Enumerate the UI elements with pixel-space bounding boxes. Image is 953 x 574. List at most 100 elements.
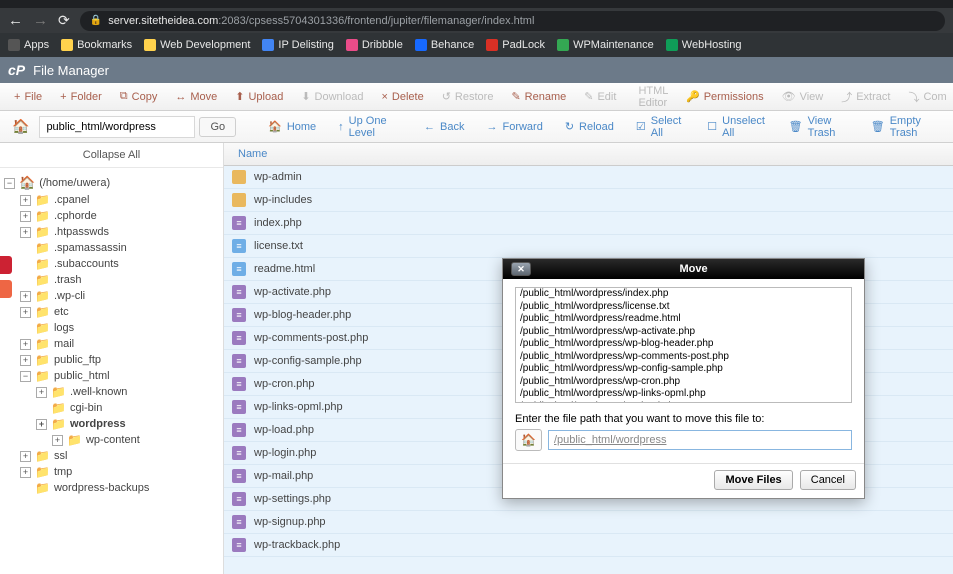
- php-icon: ≡: [232, 377, 246, 391]
- select-all-button[interactable]: ☑Select All: [626, 111, 695, 143]
- tree-node[interactable]: +📁.htpasswds: [4, 224, 223, 240]
- home-button[interactable]: 🏠Home: [258, 111, 326, 143]
- app-title: File Manager: [33, 63, 109, 78]
- tree-node[interactable]: 📁.spamassassin: [4, 240, 223, 256]
- column-header-name[interactable]: Name: [224, 143, 953, 166]
- edit-icon: ✎: [584, 90, 593, 103]
- move-files-button[interactable]: Move Files: [714, 470, 792, 490]
- tree-label: .wp-cli: [54, 290, 85, 302]
- copy-button[interactable]: ⧉Copy: [112, 87, 166, 106]
- upload-button[interactable]: ⬆Upload: [227, 87, 291, 106]
- expander-icon[interactable]: −: [20, 371, 31, 382]
- expander-icon[interactable]: +: [20, 291, 31, 302]
- empty-trash-button[interactable]: 🗑Empty Trash: [861, 111, 947, 143]
- bookmark-item[interactable]: Apps: [8, 39, 49, 51]
- folder-icon: 📁: [35, 449, 50, 463]
- go-button[interactable]: Go: [199, 117, 236, 137]
- target-path-input[interactable]: [548, 430, 852, 450]
- expander-icon[interactable]: +: [52, 435, 63, 446]
- expander-icon[interactable]: +: [20, 451, 31, 462]
- bookmark-item[interactable]: WebHosting: [666, 39, 742, 51]
- back-button[interactable]: ←Back: [414, 111, 474, 143]
- file-row[interactable]: wp-includes: [224, 189, 953, 212]
- bookmark-item[interactable]: Web Development: [144, 39, 250, 51]
- file-row[interactable]: wp-admin: [224, 166, 953, 189]
- dialog-title: Move: [531, 263, 856, 275]
- folder-button[interactable]: +Folder: [52, 88, 110, 106]
- tree-node[interactable]: 📁logs: [4, 320, 223, 336]
- file-row[interactable]: ≡wp-signup.php: [224, 511, 953, 534]
- tree-node[interactable]: +📁ssl: [4, 448, 223, 464]
- expander-icon[interactable]: −: [4, 178, 15, 189]
- collapse-all-button[interactable]: Collapse All: [0, 143, 223, 168]
- tree-label: (/home/uwera): [39, 177, 110, 189]
- file-row[interactable]: ≡index.php: [224, 212, 953, 235]
- file-row[interactable]: ≡license.txt: [224, 235, 953, 258]
- bookmark-item[interactable]: WPMaintenance: [557, 39, 654, 51]
- tree-node[interactable]: +📁etc: [4, 304, 223, 320]
- tree-node[interactable]: −📁public_html: [4, 368, 223, 384]
- restore-button: ↺Restore: [434, 87, 502, 106]
- cpanel-logo-icon: cP: [8, 62, 25, 78]
- navbar: 🏠 Go 🏠Home↑Up One Level←Back→Forward↻Rel…: [0, 111, 953, 143]
- bookmark-item[interactable]: Behance: [415, 39, 474, 51]
- dialog-file-list[interactable]: /public_html/wordpress/index.php/public_…: [515, 287, 852, 403]
- tree-node[interactable]: +📁wordpress: [4, 416, 223, 432]
- tree-node[interactable]: +📁public_ftp: [4, 352, 223, 368]
- expander-icon[interactable]: +: [36, 387, 47, 398]
- tree-node[interactable]: +📁wp-content: [4, 432, 223, 448]
- expander-icon[interactable]: +: [20, 307, 31, 318]
- expander-icon[interactable]: +: [20, 339, 31, 350]
- php-icon: ≡: [232, 285, 246, 299]
- rename-button[interactable]: ✎Rename: [503, 87, 574, 106]
- tree-label: .trash: [54, 274, 82, 286]
- permissions-button[interactable]: 🔑Permissions: [678, 87, 772, 106]
- home-icon[interactable]: 🏠: [6, 114, 35, 139]
- tree-node[interactable]: 📁wordpress-backups: [4, 480, 223, 496]
- expander-icon[interactable]: +: [20, 227, 31, 238]
- delete-button[interactable]: ×Delete: [373, 88, 431, 106]
- expander-icon[interactable]: +: [20, 467, 31, 478]
- file-button[interactable]: +File: [6, 88, 50, 106]
- forward-icon[interactable]: →: [33, 12, 48, 29]
- reload-icon[interactable]: ⟳: [58, 12, 70, 29]
- unselect-all-button[interactable]: ☐Unselect All: [697, 111, 776, 143]
- up-one-level-icon: ↑: [338, 121, 344, 133]
- cancel-button[interactable]: Cancel: [800, 470, 856, 490]
- path-input[interactable]: [39, 116, 195, 138]
- tree-node[interactable]: +📁.wp-cli: [4, 288, 223, 304]
- tree-node[interactable]: 📁.trash: [4, 272, 223, 288]
- folder-icon: 📁: [51, 401, 66, 415]
- tree-node[interactable]: +📁mail: [4, 336, 223, 352]
- tree-node[interactable]: +📁.well-known: [4, 384, 223, 400]
- expander-icon[interactable]: +: [20, 355, 31, 366]
- tree-node[interactable]: 📁cgi-bin: [4, 400, 223, 416]
- home-icon: 🏠: [19, 175, 35, 191]
- bookmark-item[interactable]: Bookmarks: [61, 39, 132, 51]
- url-box[interactable]: 🔒 server.sitetheidea.com:2083/cpsess5704…: [80, 11, 945, 31]
- tree-node[interactable]: +📁.cpanel: [4, 192, 223, 208]
- file-name: wp-admin: [254, 171, 302, 183]
- bookmark-item[interactable]: IP Delisting: [262, 39, 333, 51]
- tree-node[interactable]: 📁.subaccounts: [4, 256, 223, 272]
- back-icon[interactable]: ←: [8, 12, 23, 29]
- bookmark-item[interactable]: Dribbble: [346, 39, 403, 51]
- tree-node[interactable]: +📁tmp: [4, 464, 223, 480]
- close-icon[interactable]: ✕: [511, 262, 531, 276]
- reload-button[interactable]: ↻Reload: [555, 111, 624, 143]
- com-button: ⤵Com: [900, 86, 953, 108]
- bookmark-item[interactable]: PadLock: [486, 39, 545, 51]
- expander-icon[interactable]: +: [20, 195, 31, 206]
- expander-icon[interactable]: +: [36, 419, 47, 430]
- up-one-level-button[interactable]: ↑Up One Level: [328, 111, 412, 143]
- expander-icon[interactable]: +: [20, 211, 31, 222]
- tree-node[interactable]: +📁.cphorde: [4, 208, 223, 224]
- delete-icon: ×: [381, 91, 387, 103]
- view-trash-button[interactable]: 🗑View Trash: [779, 111, 859, 143]
- rename-icon: ✎: [511, 90, 520, 103]
- file-row[interactable]: ≡wp-trackback.php: [224, 534, 953, 557]
- forward-button[interactable]: →Forward: [476, 111, 552, 143]
- move-button[interactable]: ↔Move: [167, 88, 225, 106]
- tree-node[interactable]: −🏠 (/home/uwera): [4, 174, 223, 192]
- home-icon[interactable]: 🏠: [515, 429, 542, 451]
